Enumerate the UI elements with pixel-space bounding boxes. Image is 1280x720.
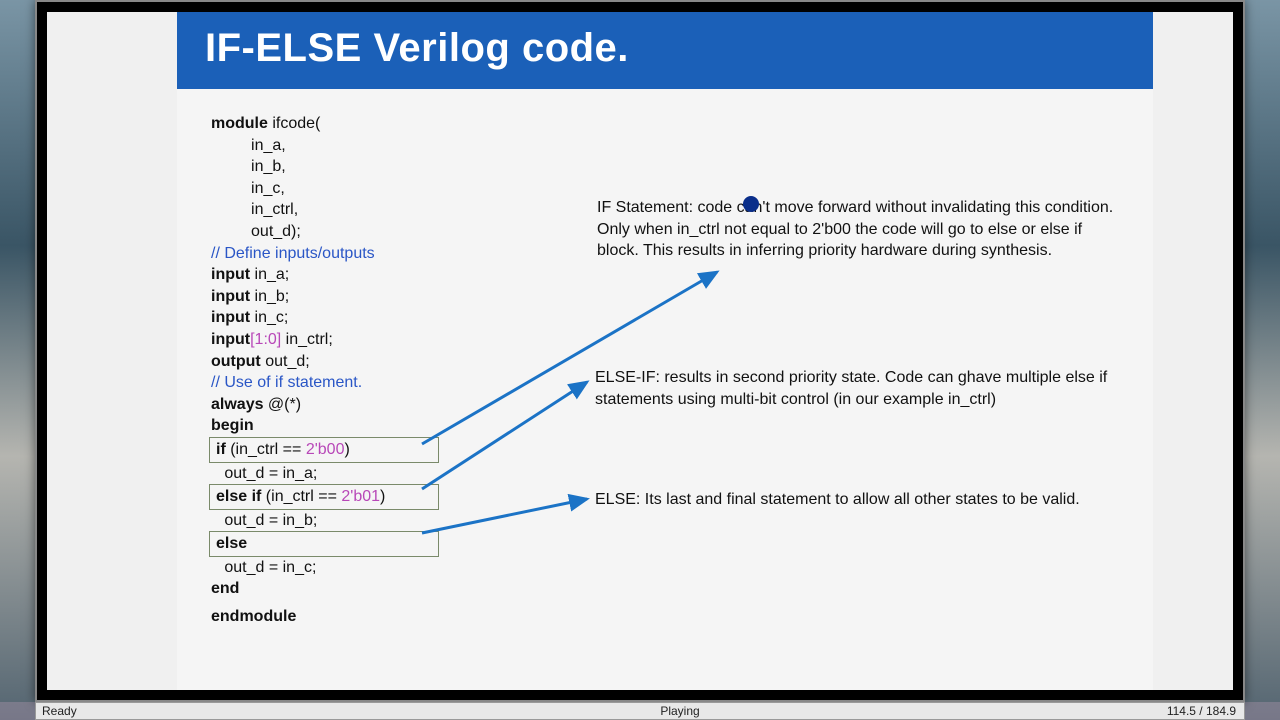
bit-range: [1:0]: [250, 331, 281, 348]
kw-else: else: [216, 535, 247, 552]
kw-output: output: [211, 353, 261, 370]
kw-always: always: [211, 396, 263, 413]
kw-end: end: [211, 578, 551, 600]
desktop-left-strip: [0, 0, 35, 702]
assign-b: out_d = in_b;: [211, 510, 551, 532]
player-frame: IF-ELSE Verilog code. module ifcode( in_…: [35, 0, 1245, 702]
video-content: IF-ELSE Verilog code. module ifcode( in_…: [47, 12, 1233, 690]
slide-body: module ifcode( in_a, in_b, in_c, in_ctrl…: [177, 89, 1153, 687]
kw-endmodule: endmodule: [211, 606, 551, 628]
assign-c: out_d = in_c;: [211, 557, 551, 579]
desktop-right-strip: [1245, 0, 1280, 702]
comment-use: // Use of if statement.: [211, 372, 551, 394]
cursor-dot-icon: [743, 196, 759, 212]
port: in_b,: [211, 156, 551, 178]
code-block: module ifcode( in_a, in_b, in_c, in_ctrl…: [211, 113, 551, 628]
kw-if: if: [216, 441, 226, 458]
port: in_c,: [211, 178, 551, 200]
status-bar: Ready Playing 114.5 / 184.9: [35, 702, 1245, 720]
elseif-box: else if (in_ctrl == 2'b01): [209, 484, 439, 510]
annotation-else: ELSE: Its last and final statement to al…: [595, 489, 1125, 511]
module-name: ifcode(: [268, 115, 320, 132]
status-left: Ready: [36, 704, 236, 718]
comment-define: // Define inputs/outputs: [211, 243, 551, 265]
port: in_a,: [211, 135, 551, 157]
port: out_d);: [211, 221, 551, 243]
assign-a: out_d = in_a;: [211, 463, 551, 485]
else-box: else: [209, 531, 439, 557]
if-box: if (in_ctrl == 2'b00): [209, 437, 439, 463]
status-center: Playing: [236, 704, 1124, 718]
kw-input: input: [211, 266, 250, 283]
annotation-if: IF Statement: code can't move forward wi…: [597, 197, 1127, 262]
kw-elseif: else if: [216, 488, 261, 505]
kw-module: module: [211, 115, 268, 132]
slide-title: IF-ELSE Verilog code.: [177, 12, 1153, 89]
kw-input: input: [211, 309, 250, 326]
status-right: 114.5 / 184.9: [1124, 704, 1244, 718]
port: in_ctrl,: [211, 199, 551, 221]
presentation-slide: IF-ELSE Verilog code. module ifcode( in_…: [177, 12, 1153, 690]
kw-input: input: [211, 331, 250, 348]
annotation-elseif: ELSE-IF: results in second priority stat…: [595, 367, 1125, 410]
kw-input: input: [211, 288, 250, 305]
kw-begin: begin: [211, 415, 551, 437]
